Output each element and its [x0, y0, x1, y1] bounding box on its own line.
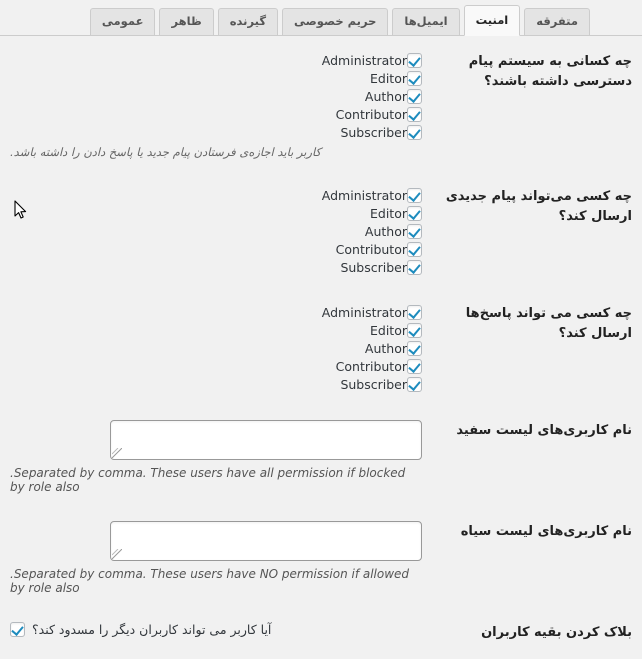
- checkbox-new-message-subscriber[interactable]: [407, 259, 422, 275]
- role-row[interactable]: Editor: [10, 321, 422, 339]
- role-row[interactable]: Contributor: [10, 357, 422, 375]
- security-settings-body: چه کسانی به سیستم پیام دسترسی داشته باشن…: [0, 36, 642, 659]
- role-row[interactable]: Author: [10, 87, 422, 105]
- checkbox-access-subscriber[interactable]: [407, 124, 422, 140]
- role-row[interactable]: Subscriber: [10, 258, 422, 276]
- tab-misc[interactable]: متفرقه: [524, 7, 590, 36]
- role-label: Editor: [370, 70, 407, 86]
- role-row[interactable]: Subscriber: [10, 375, 422, 393]
- role-label: Contributor: [335, 358, 407, 374]
- settings-hint-whitelist: .Separated by comma. These users have al…: [10, 466, 406, 494]
- role-label: Subscriber: [340, 376, 407, 392]
- checkbox-replies-administrator[interactable]: [407, 304, 422, 320]
- role-row[interactable]: Contributor: [10, 105, 422, 123]
- settings-field-blacklist: .Separated by comma. These users have NO…: [0, 506, 432, 607]
- role-row[interactable]: Administrator: [10, 51, 422, 69]
- role-row[interactable]: Administrator: [10, 303, 422, 321]
- tab-emails[interactable]: ایمیل‌ها: [392, 7, 460, 36]
- tab-appearance[interactable]: ظاهر: [159, 7, 214, 36]
- role-label: Administrator: [321, 52, 407, 68]
- settings-row-block-others: بلاک کردن بقیه کاربران آیا کاربر می تواند…: [0, 607, 642, 659]
- checkbox-new-message-contributor[interactable]: [407, 241, 422, 257]
- settings-row-blacklist: نام کاربری‌های لیست سیاه .Separated by co…: [0, 506, 642, 607]
- settings-content: چه کسانی به سیستم پیام دسترسی داشته باشن…: [0, 36, 642, 659]
- role-label: Subscriber: [340, 124, 407, 140]
- role-row[interactable]: Editor: [10, 69, 422, 87]
- settings-row-access: چه کسانی به سیستم پیام دسترسی داشته باشن…: [0, 36, 642, 171]
- role-row[interactable]: Subscriber: [10, 123, 422, 141]
- role-label: Editor: [370, 205, 407, 221]
- role-checkbox-group-replies: Administrator Editor Author Contributor Subs…: [10, 303, 422, 393]
- security-settings-table: چه کسانی به سیستم پیام دسترسی داشته باشن…: [0, 36, 642, 659]
- role-label: Administrator: [321, 187, 407, 203]
- tab-security[interactable]: امنیت: [463, 4, 521, 36]
- checkbox-replies-editor[interactable]: [407, 322, 422, 338]
- checkbox-access-administrator[interactable]: [407, 52, 422, 68]
- settings-field-whitelist: .Separated by comma. These users have al…: [0, 405, 432, 506]
- settings-field-access: Administrator Editor Author Contributor Subs…: [0, 36, 432, 171]
- settings-hint-access: کاربر باید اجازه‌ی فرستادن پیام جدید یا …: [10, 145, 322, 159]
- role-label: Author: [364, 340, 407, 356]
- settings-tab-bar: متفرقه امنیت ایمیل‌ها حریم خصوصی گیرنده ظاهر ع…: [0, 0, 642, 36]
- single-checkbox-row-block-others[interactable]: آیا کاربر می تواند کاربران دیگر را مسدود…: [10, 622, 422, 637]
- checkbox-access-editor[interactable]: [407, 70, 422, 86]
- tab-recipient[interactable]: گیرنده: [217, 7, 279, 36]
- settings-label-access: چه کسانی به سیستم پیام دسترسی داشته باشن…: [468, 54, 632, 90]
- textarea-wrapper-blacklist: [110, 521, 422, 561]
- settings-hint-blacklist: .Separated by comma. These users have NO…: [10, 567, 410, 595]
- role-checkbox-group-new-message: Administrator Editor Author Contributor Subs…: [10, 186, 422, 276]
- role-row[interactable]: Author: [10, 339, 422, 357]
- role-row[interactable]: Contributor: [10, 240, 422, 258]
- settings-field-new-message: Administrator Editor Author Contributor Subs…: [0, 171, 432, 288]
- checkbox-block-others[interactable]: [10, 622, 25, 637]
- tab-general[interactable]: عمومی: [89, 7, 156, 36]
- checkbox-new-message-author[interactable]: [407, 223, 422, 239]
- settings-row-new-message: چه کسی می‌تواند پیام جدیدی ارسال کند؟ Adm…: [0, 171, 642, 288]
- checkbox-access-contributor[interactable]: [407, 106, 422, 122]
- settings-label-blacklist: نام کاربری‌های لیست سیاه: [460, 524, 632, 539]
- settings-row-replies: چه کسی می تواند پاسخ‌ها ارسال کند؟ Admini…: [0, 288, 642, 405]
- role-label: Administrator: [321, 304, 407, 320]
- role-label: Editor: [370, 322, 407, 338]
- textarea-wrapper-whitelist: [110, 420, 422, 460]
- checkbox-new-message-editor[interactable]: [407, 205, 422, 221]
- checkbox-new-message-administrator[interactable]: [407, 187, 422, 203]
- textarea-blacklist[interactable]: [110, 521, 422, 561]
- role-label: Contributor: [335, 106, 407, 122]
- settings-row-whitelist: نام کاربری‌های لیست سفید .Separated by co…: [0, 405, 642, 506]
- role-checkbox-group-access: Administrator Editor Author Contributor Subs…: [10, 51, 422, 141]
- role-row[interactable]: Author: [10, 222, 422, 240]
- role-label: Subscriber: [340, 259, 407, 275]
- settings-label-block-others: بلاک کردن بقیه کاربران: [481, 625, 632, 640]
- checkbox-replies-author[interactable]: [407, 340, 422, 356]
- settings-field-replies: Administrator Editor Author Contributor Subs…: [0, 288, 432, 405]
- checkbox-replies-contributor[interactable]: [407, 358, 422, 374]
- role-label: Author: [364, 223, 407, 239]
- tab-privacy[interactable]: حریم خصوصی: [282, 7, 389, 36]
- role-label: Contributor: [335, 241, 407, 257]
- settings-label-replies: چه کسی می تواند پاسخ‌ها ارسال کند؟: [465, 306, 632, 342]
- checkbox-replies-subscriber[interactable]: [407, 376, 422, 392]
- checkbox-access-author[interactable]: [407, 88, 422, 104]
- single-checkbox-label-block-others: آیا کاربر می تواند کاربران دیگر را مسدود…: [32, 622, 272, 637]
- role-label: Author: [364, 88, 407, 104]
- textarea-whitelist[interactable]: [110, 420, 422, 460]
- settings-label-whitelist: نام کاربری‌های لیست سفید: [456, 423, 632, 438]
- role-row[interactable]: Administrator: [10, 186, 422, 204]
- settings-label-new-message: چه کسی می‌تواند پیام جدیدی ارسال کند؟: [445, 189, 632, 225]
- role-row[interactable]: Editor: [10, 204, 422, 222]
- settings-field-block-others: آیا کاربر می تواند کاربران دیگر را مسدود…: [0, 607, 432, 659]
